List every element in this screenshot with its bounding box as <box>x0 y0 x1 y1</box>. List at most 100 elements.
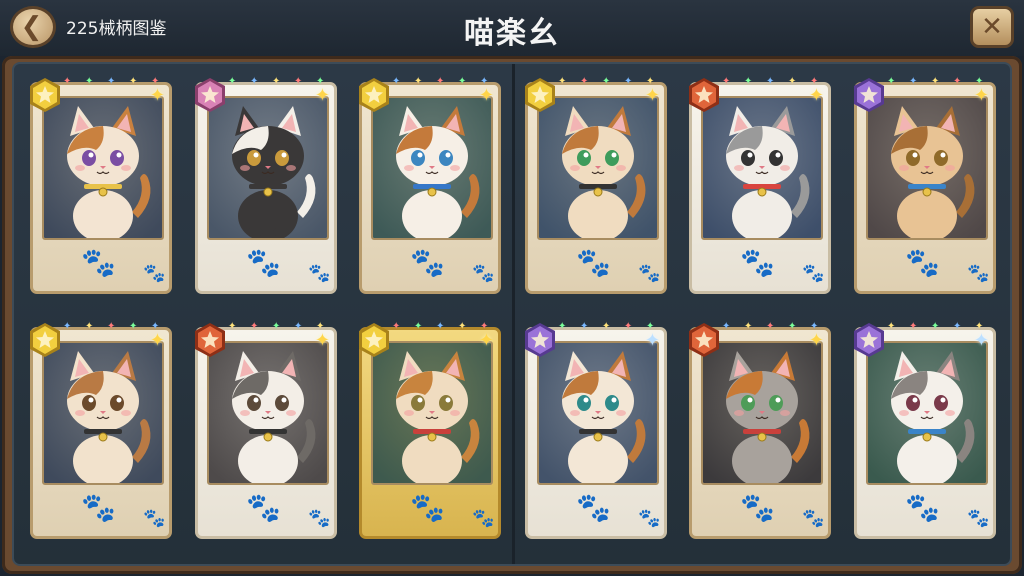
cat-card[interactable]: ✦ ✦ ✦ ✦ ✦ ✦ 🐾 🐾 <box>30 322 172 539</box>
cat-portrait-icon <box>373 98 491 238</box>
sparkle-icon: ✦ <box>953 321 962 332</box>
paw-print-icon: 🐾 <box>410 491 445 524</box>
paw-print-small-icon: 🐾 <box>472 263 495 284</box>
cat-portrait-icon <box>44 343 162 483</box>
rarity-badge-icon <box>30 323 60 357</box>
cat-portrait <box>207 96 329 240</box>
sparkle-icon: ✦ <box>458 321 467 332</box>
cat-card[interactable]: ✦ ✦ ✦ ✦ ✦ ✦ 🐾 🐾 <box>195 77 337 294</box>
rarity-badge-icon <box>30 78 60 112</box>
sparkle-icon: ✦ <box>744 321 753 332</box>
cat-portrait-icon <box>703 343 821 483</box>
sparkle-icon: ✦ <box>602 321 611 332</box>
sparkle-icon: ✦ <box>129 321 138 332</box>
cat-portrait-icon <box>539 343 657 483</box>
cat-portrait-icon <box>44 98 162 238</box>
rarity-badge-icon <box>359 78 389 112</box>
cat-portrait <box>866 96 988 240</box>
rarity-badge-icon <box>689 323 719 357</box>
rarity-badge-icon <box>525 78 555 112</box>
paw-print-icon: 🐾 <box>905 491 940 524</box>
sparkle-icon: ✦ <box>129 76 138 87</box>
cat-card[interactable]: ✦ ✦ ✦ ✦ ✦ ✦ 🐾 🐾 <box>854 322 996 539</box>
rarity-star-icon: ✦ <box>149 330 165 351</box>
rarity-star-icon: ✦ <box>314 330 330 351</box>
paw-print-icon: 🐾 <box>576 246 611 279</box>
cat-portrait <box>42 96 164 240</box>
sparkle-icon: ✦ <box>107 321 116 332</box>
sparkle-icon: ✦ <box>788 321 797 332</box>
paw-print-icon: 🐾 <box>246 246 281 279</box>
paw-print-small-icon: 🐾 <box>308 508 331 529</box>
sparkle-icon: ✦ <box>909 76 918 87</box>
cat-card[interactable]: ✦ ✦ ✦ ✦ ✦ ✦ 🐾 🐾 <box>30 77 172 294</box>
cat-card[interactable]: ✦ ✦ ✦ ✦ ✦ ✦ 🐾 🐾 <box>525 77 667 294</box>
paw-print-icon: 🐾 <box>81 491 116 524</box>
sparkle-icon: ✦ <box>228 76 237 87</box>
cat-card[interactable]: ✦ ✦ ✦ ✦ ✦ ✦ 🐾 🐾 <box>195 322 337 539</box>
sparkle-icon: ✦ <box>766 76 775 87</box>
close-icon: ✕ <box>981 12 1003 42</box>
cat-card[interactable]: ✦ ✦ ✦ ✦ ✦ ✦ 🐾 🐾 <box>359 322 501 539</box>
close-button[interactable]: ✕ <box>970 6 1014 48</box>
cat-portrait <box>371 341 493 485</box>
rarity-star-icon: ✦ <box>973 330 989 351</box>
sparkle-icon: ✦ <box>436 321 445 332</box>
rarity-star-icon: ✦ <box>644 85 660 106</box>
cat-portrait-icon <box>209 98 327 238</box>
sparkle-icon: ✦ <box>722 76 731 87</box>
sparkle-icon: ✦ <box>392 321 401 332</box>
cat-portrait-icon <box>868 98 986 238</box>
rarity-badge-icon <box>854 323 884 357</box>
cat-card[interactable]: ✦ ✦ ✦ ✦ ✦ ✦ 🐾 🐾 <box>854 77 996 294</box>
rarity-star-icon: ✦ <box>808 330 824 351</box>
paw-print-icon: 🐾 <box>410 246 445 279</box>
sparkle-icon: ✦ <box>250 76 259 87</box>
rarity-star-icon: ✦ <box>478 85 494 106</box>
sparkle-icon: ✦ <box>414 76 423 87</box>
panel-divider <box>512 64 515 564</box>
cat-card[interactable]: ✦ ✦ ✦ ✦ ✦ ✦ 🐾 🐾 <box>689 77 831 294</box>
sparkle-icon: ✦ <box>624 76 633 87</box>
paw-print-icon: 🐾 <box>740 491 775 524</box>
paw-print-icon: 🐾 <box>81 246 116 279</box>
cat-portrait <box>701 96 823 240</box>
sparkle-icon: ✦ <box>722 321 731 332</box>
sparkle-icon: ✦ <box>272 76 281 87</box>
rarity-badge-icon <box>854 78 884 112</box>
rarity-star-icon: ✦ <box>808 85 824 106</box>
sparkle-icon: ✦ <box>887 321 896 332</box>
cat-portrait <box>42 341 164 485</box>
sparkle-icon: ✦ <box>392 76 401 87</box>
page-title: 喵楽幺 <box>464 16 560 51</box>
rarity-star-icon: ✦ <box>973 85 989 106</box>
rarity-star-icon: ✦ <box>149 85 165 106</box>
paw-print-icon: 🐾 <box>905 246 940 279</box>
sparkle-icon: ✦ <box>766 321 775 332</box>
cat-card[interactable]: ✦ ✦ ✦ ✦ ✦ ✦ 🐾 🐾 <box>525 322 667 539</box>
cat-portrait <box>537 96 659 240</box>
sparkle-icon: ✦ <box>580 321 589 332</box>
cat-card[interactable]: ✦ ✦ ✦ ✦ ✦ ✦ 🐾 🐾 <box>689 322 831 539</box>
sparkle-icon: ✦ <box>228 321 237 332</box>
paw-print-small-icon: 🐾 <box>802 508 825 529</box>
rarity-star-icon: ✦ <box>314 85 330 106</box>
sparkle-icon: ✦ <box>436 76 445 87</box>
rarity-star-icon: ✦ <box>644 330 660 351</box>
cat-portrait <box>207 341 329 485</box>
paw-print-icon: 🐾 <box>246 491 281 524</box>
rarity-badge-icon <box>525 323 555 357</box>
sparkle-icon: ✦ <box>788 76 797 87</box>
cat-portrait-icon <box>373 343 491 483</box>
cat-portrait <box>537 341 659 485</box>
sparkle-icon: ✦ <box>85 321 94 332</box>
cat-portrait-icon <box>868 343 986 483</box>
sparkle-icon: ✦ <box>294 321 303 332</box>
sparkle-icon: ✦ <box>107 76 116 87</box>
sparkle-icon: ✦ <box>85 76 94 87</box>
rarity-badge-icon <box>195 78 225 112</box>
sparkle-icon: ✦ <box>602 76 611 87</box>
cat-card[interactable]: ✦ ✦ ✦ ✦ ✦ ✦ 🐾 🐾 <box>359 77 501 294</box>
rarity-badge-icon <box>195 323 225 357</box>
sparkle-icon: ✦ <box>931 321 940 332</box>
